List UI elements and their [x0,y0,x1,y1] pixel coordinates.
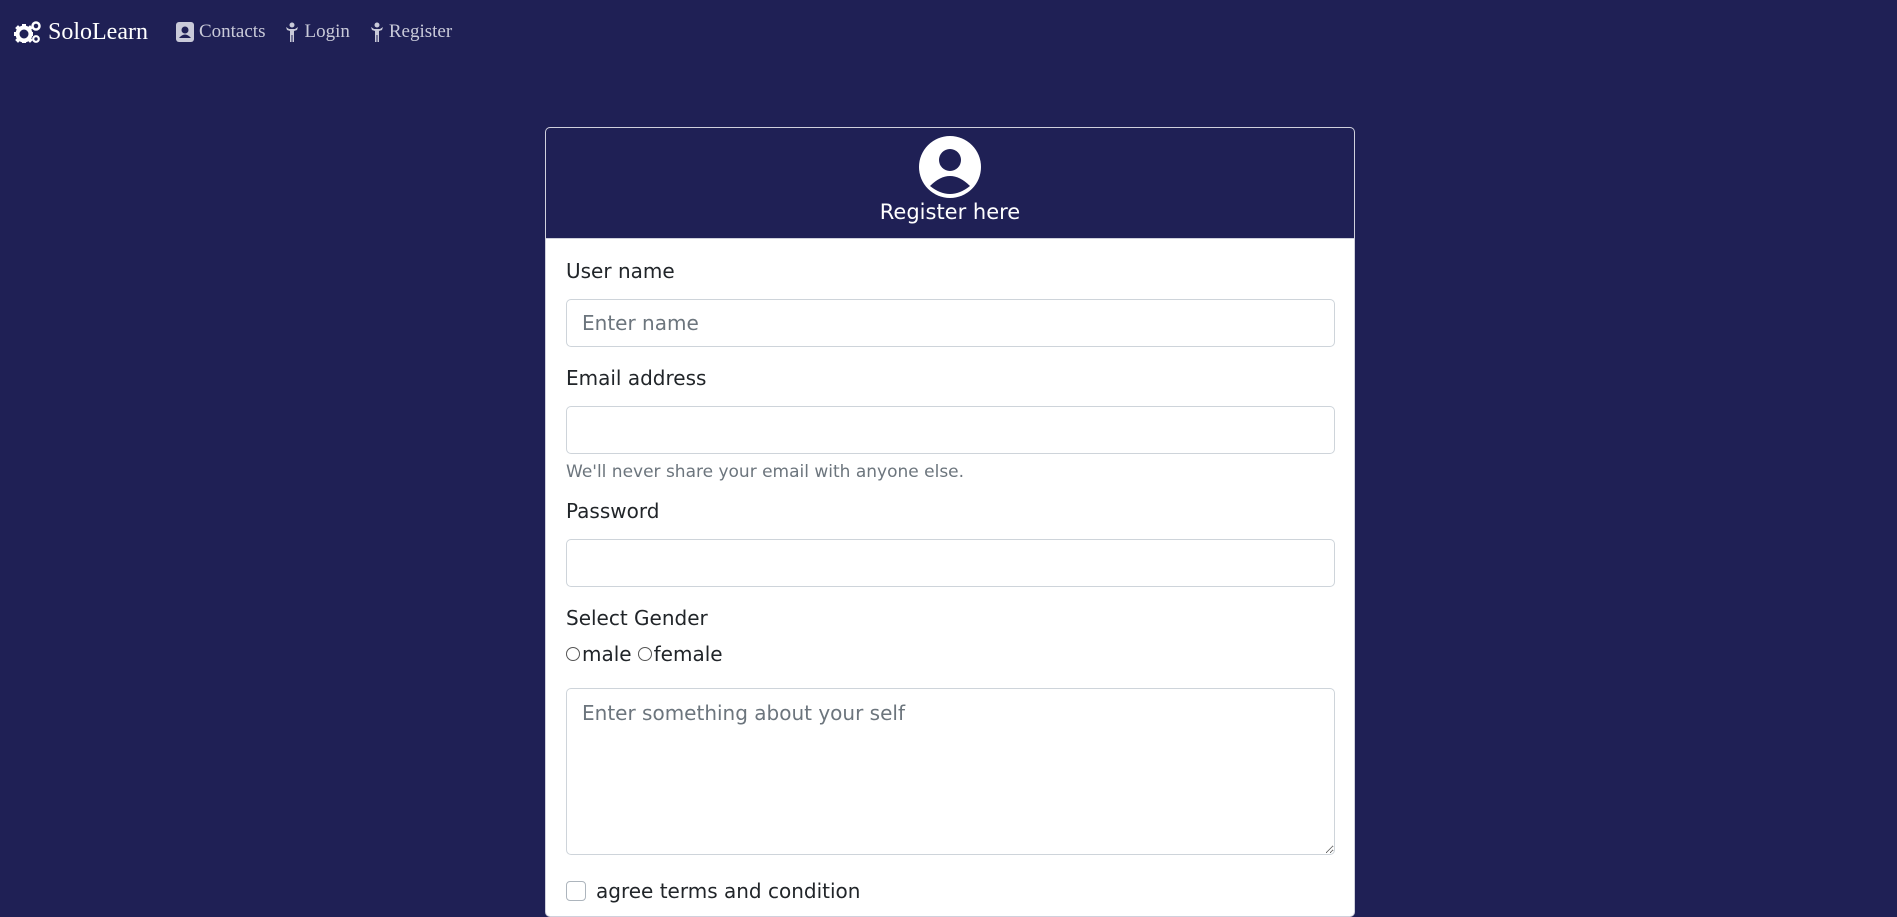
contact-card-icon [175,22,194,42]
radio-female-label: female [653,642,723,666]
radio-male-label: male [582,642,632,666]
password-label: Password [566,499,660,523]
nav-login-label: Login [304,21,350,42]
about-textarea[interactable] [566,688,1335,855]
navbar: SoloLearn Contacts Login Register [0,0,1897,64]
username-input[interactable] [566,299,1335,347]
person-icon [286,22,299,42]
nav-contacts[interactable]: Contacts [175,21,266,43]
card-title: Register here [879,200,1021,224]
terms-row: agree terms and condition [566,879,1334,903]
email-label: Email address [566,366,707,390]
terms-label: agree terms and condition [596,879,861,903]
card-header: Register here [546,128,1354,239]
gears-icon [14,21,41,43]
user-avatar-icon [919,136,981,198]
email-help-text: We'll never share your email with anyone… [566,462,965,482]
brand-name: SoloLearn [48,18,148,45]
password-input[interactable] [566,539,1335,587]
email-input[interactable] [566,406,1335,454]
brand-link[interactable]: SoloLearn [14,19,148,46]
nav-login[interactable]: Login [285,21,350,43]
gender-radio-group: male female [566,642,1334,666]
register-card: Register here User name Email address We… [545,127,1355,917]
nav-contacts-label: Contacts [198,21,266,42]
radio-female[interactable] [637,647,652,661]
nav-register[interactable]: Register [370,21,452,43]
nav-register-label: Register [388,21,453,42]
gender-label: Select Gender [566,606,708,630]
registration-form: User name Email address We'll never shar… [546,239,1354,903]
terms-checkbox[interactable] [566,881,586,901]
person-icon [370,22,383,42]
radio-male[interactable] [566,647,580,661]
username-label: User name [566,259,675,283]
